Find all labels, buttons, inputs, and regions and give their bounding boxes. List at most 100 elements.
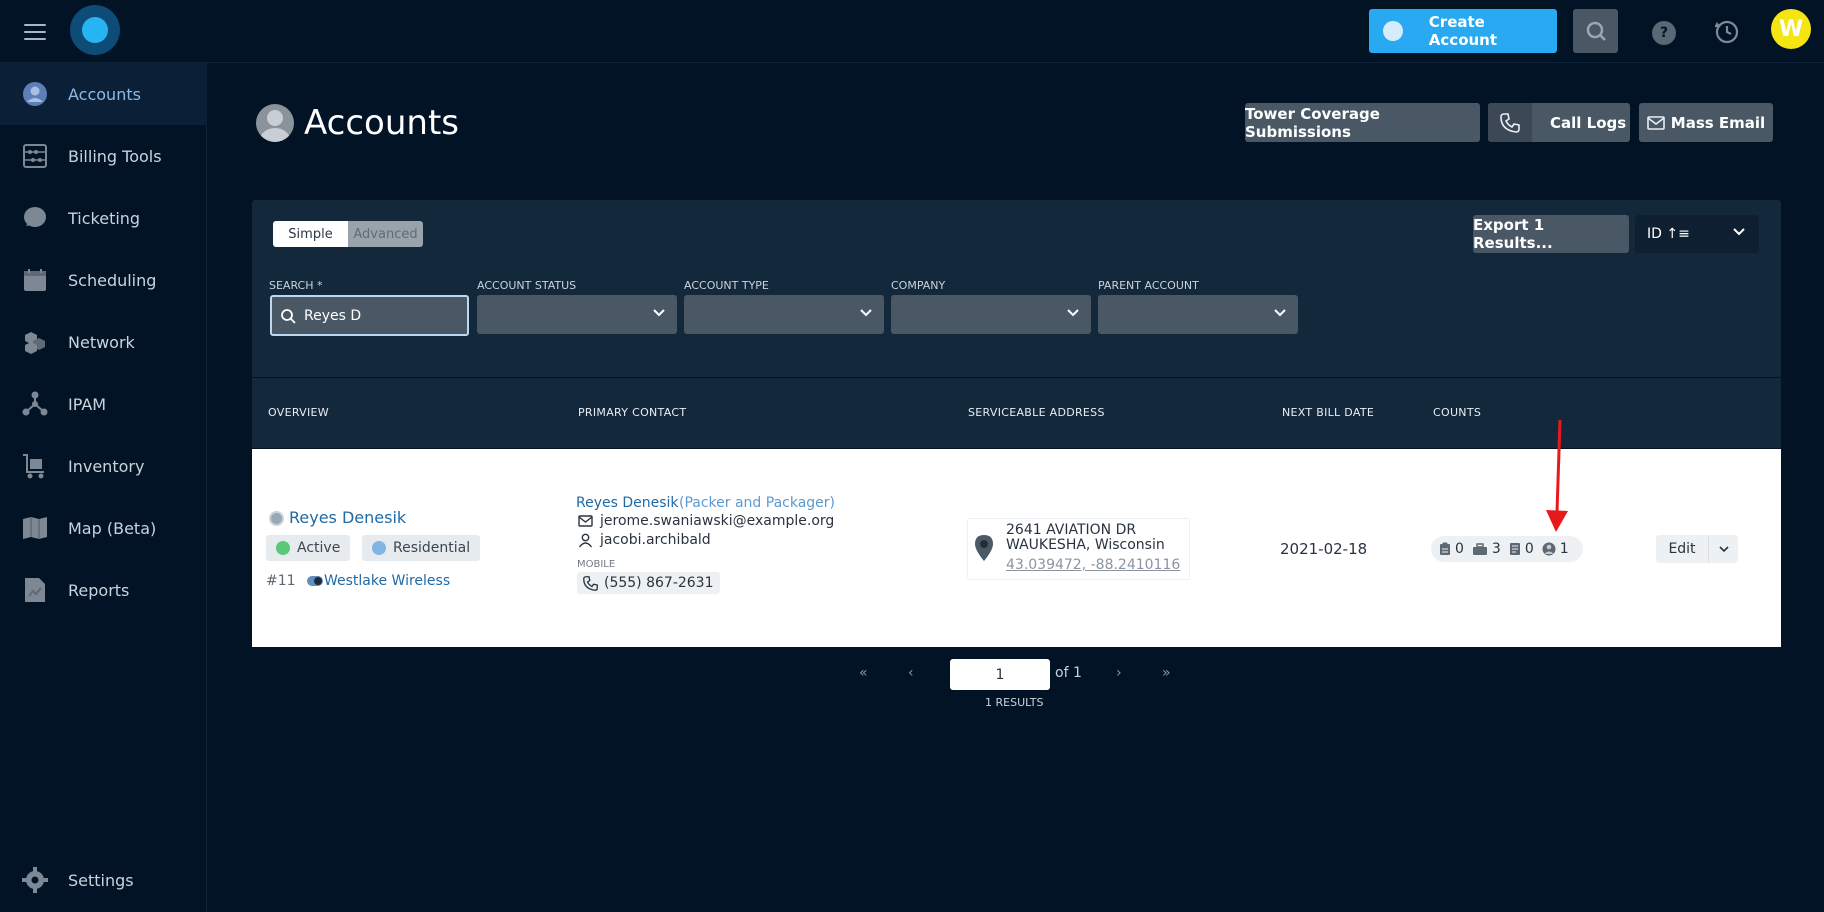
sidebar-item-ticketing[interactable]: Ticketing xyxy=(0,187,207,249)
export-results-button[interactable]: Export 1 Results... xyxy=(1473,215,1629,253)
chevron-down-icon xyxy=(1274,309,1286,317)
search-field[interactable] xyxy=(270,295,469,336)
app-logo[interactable] xyxy=(70,5,120,55)
last-page-button[interactable]: » xyxy=(1162,665,1171,681)
results-count: 1 RESULTS xyxy=(985,696,1044,709)
jobs-count-value: 3 xyxy=(1491,541,1501,557)
jobs-count[interactable]: 3 xyxy=(1472,541,1501,557)
contacts-count[interactable]: 1 xyxy=(1542,541,1569,557)
tickets-count[interactable]: 0 xyxy=(1439,541,1464,557)
contact-name-link[interactable]: Reyes Denesik xyxy=(576,495,679,511)
sidebar-item-accounts[interactable]: Accounts xyxy=(0,63,207,125)
parent-account-select[interactable] xyxy=(1098,295,1298,334)
status-dot-icon xyxy=(276,541,290,555)
type-dot-icon xyxy=(372,541,386,555)
sidebar-item-label: Inventory xyxy=(68,456,145,476)
help-icon[interactable]: ? xyxy=(1652,21,1676,45)
account-status-select[interactable] xyxy=(477,295,677,334)
search-mode-toggle[interactable]: Simple Advanced xyxy=(273,221,423,247)
tower-coverage-submissions-button[interactable]: Tower Coverage Submissions xyxy=(1245,103,1480,142)
sidebar-item-ipam[interactable]: IPAM xyxy=(0,373,207,435)
page-title: Accounts xyxy=(304,103,459,143)
account-id: #11 xyxy=(266,573,296,589)
col-overview[interactable]: OVERVIEW xyxy=(268,406,329,419)
col-counts[interactable]: COUNTS xyxy=(1433,406,1481,419)
create-account-button[interactable]: Create Account xyxy=(1369,9,1557,53)
contact-phone[interactable]: (555) 867-2631 xyxy=(577,572,720,594)
parent-account-label: PARENT ACCOUNT xyxy=(1098,279,1199,292)
global-search-button[interactable] xyxy=(1573,9,1618,53)
sidebar-item-label: Map (Beta) xyxy=(68,518,157,538)
col-primary-contact[interactable]: PRIMARY CONTACT xyxy=(578,406,686,419)
call-logs-button[interactable]: Call Logs xyxy=(1488,103,1630,142)
company-select[interactable] xyxy=(891,295,1091,334)
chevron-down-icon xyxy=(653,309,665,317)
company-link[interactable]: Westlake Wireless xyxy=(324,573,450,589)
history-icon[interactable] xyxy=(1714,19,1740,45)
hamburger-menu-icon[interactable] xyxy=(24,24,46,40)
calendar-icon xyxy=(22,267,48,293)
sidebar-item-label: Accounts xyxy=(68,84,141,104)
sidebar-item-label: Reports xyxy=(68,580,130,600)
sidebar-item-label: Network xyxy=(68,332,135,352)
user-avatar[interactable]: W xyxy=(1771,9,1811,49)
chevron-down-icon xyxy=(1718,545,1729,552)
sidebar-item-inventory[interactable]: Inventory xyxy=(0,435,207,497)
toolbox-icon xyxy=(1472,542,1487,555)
col-serviceable-address[interactable]: SERVICEABLE ADDRESS xyxy=(968,406,1105,419)
phone-icon xyxy=(583,575,598,591)
sidebar-item-map-beta[interactable]: Map (Beta) xyxy=(0,497,207,559)
address-line2: WAUKESHA, Wisconsin xyxy=(1006,537,1165,553)
sidebar-item-label: IPAM xyxy=(68,394,107,414)
simple-mode-tab[interactable]: Simple xyxy=(273,221,348,247)
first-page-button[interactable]: « xyxy=(859,665,868,681)
company-toggle-icon xyxy=(307,576,323,586)
sort-select[interactable]: ID ↑≡ xyxy=(1635,215,1759,253)
sidebar-item-reports[interactable]: Reports xyxy=(0,559,207,621)
sidebar-item-scheduling[interactable]: Scheduling xyxy=(0,249,207,311)
sidebar-item-settings[interactable]: Settings xyxy=(0,849,207,911)
account-type-select[interactable] xyxy=(684,295,884,334)
mass-email-button[interactable]: Mass Email xyxy=(1639,103,1773,142)
col-next-bill-date[interactable]: NEXT BILL DATE xyxy=(1282,406,1374,419)
red-arrow-annotation xyxy=(1546,419,1568,532)
sidebar: Accounts Billing Tools Ticketing Schedul… xyxy=(0,63,207,912)
prev-page-button[interactable]: ‹ xyxy=(908,665,914,681)
mobile-label: MOBILE xyxy=(577,559,616,570)
report-icon xyxy=(22,577,48,603)
account-avatar-icon xyxy=(269,511,284,526)
sidebar-item-network[interactable]: Network xyxy=(0,311,207,373)
ip-nodes-icon xyxy=(22,391,48,417)
row-actions: Edit xyxy=(1656,535,1739,563)
contact-role: (Packer and Packager) xyxy=(679,495,836,511)
contact-username: jacobi.archibald xyxy=(578,532,711,548)
page-header: Accounts xyxy=(256,103,459,143)
edit-button[interactable]: Edit xyxy=(1656,535,1708,563)
row-actions-dropdown[interactable] xyxy=(1708,535,1738,563)
search-icon xyxy=(1586,21,1606,41)
address-coordinates-link[interactable]: 43.039472, -88.2410116 xyxy=(1006,557,1180,573)
contact-phone-text: (555) 867-2631 xyxy=(604,575,714,591)
advanced-mode-tab[interactable]: Advanced xyxy=(348,221,423,247)
contact-email[interactable]: jerome.swaniawski@example.org xyxy=(578,513,834,529)
account-status-label: ACCOUNT STATUS xyxy=(477,279,577,292)
account-name-link[interactable]: Reyes Denesik xyxy=(289,508,406,527)
phone-log-icon xyxy=(1488,103,1532,142)
page-number-input[interactable] xyxy=(950,659,1050,690)
user-icon xyxy=(578,533,593,547)
sidebar-item-label: Ticketing xyxy=(68,208,141,228)
abacus-icon xyxy=(22,143,48,169)
next-page-button[interactable]: › xyxy=(1116,665,1122,681)
chevron-down-icon xyxy=(860,309,872,317)
cart-icon xyxy=(22,453,48,479)
search-input[interactable] xyxy=(304,307,454,324)
user-plus-icon xyxy=(1383,21,1403,41)
sidebar-item-label: Billing Tools xyxy=(68,146,162,166)
search-label: SEARCH * xyxy=(269,279,323,292)
chevron-down-icon xyxy=(1733,228,1745,236)
tickets-count-value: 0 xyxy=(1455,541,1464,557)
sidebar-item-billing-tools[interactable]: Billing Tools xyxy=(0,125,207,187)
counts-summary: 0 3 0 1 xyxy=(1431,536,1583,562)
invoices-count[interactable]: 0 xyxy=(1509,541,1534,557)
create-account-label: Create Account xyxy=(1428,13,1498,49)
